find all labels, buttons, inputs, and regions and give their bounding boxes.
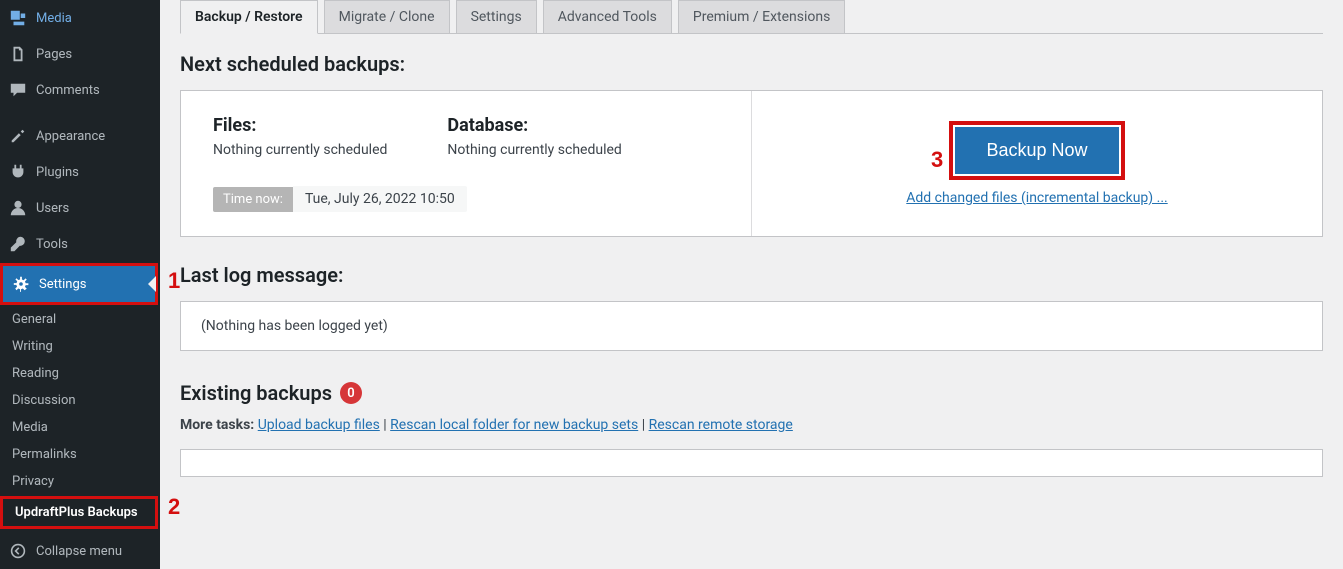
sidebar-sub-updraftplus[interactable]: UpdraftPlus Backups [3, 499, 155, 526]
files-value: Nothing currently scheduled [213, 142, 387, 158]
active-arrow-icon [148, 276, 156, 292]
sidebar-sub-permalinks[interactable]: Permalinks [0, 441, 160, 468]
sidebar-label: Plugins [36, 165, 79, 180]
collapse-label: Collapse menu [36, 544, 122, 559]
media-icon [8, 8, 28, 28]
sidebar-item-settings[interactable]: Settings [3, 266, 155, 302]
next-backups-info: Files: Nothing currently scheduled Datab… [181, 91, 752, 236]
tab-bar: Backup / Restore Migrate / Clone Setting… [180, 0, 1323, 34]
tab-premium-extensions[interactable]: Premium / Extensions [678, 0, 845, 34]
next-backups-panel: Files: Nothing currently scheduled Datab… [180, 90, 1323, 237]
incremental-backup-link[interactable]: Add changed files (incremental backup) .… [906, 190, 1167, 206]
sidebar-item-media[interactable]: Media [0, 0, 160, 36]
tab-settings[interactable]: Settings [456, 0, 537, 34]
sidebar-sub-writing[interactable]: Writing [0, 333, 160, 360]
upload-backup-files-link[interactable]: Upload backup files [258, 417, 380, 433]
time-now-label: Time now: [213, 187, 293, 212]
sidebar-item-appearance[interactable]: Appearance [0, 118, 160, 154]
annotation-box-updraft: UpdraftPlus Backups [0, 496, 158, 529]
main-content: Backup / Restore Migrate / Clone Setting… [160, 0, 1343, 569]
sidebar-label: Appearance [36, 129, 105, 144]
rescan-remote-link[interactable]: Rescan remote storage [649, 417, 793, 433]
existing-backups-count: 0 [340, 382, 362, 404]
backup-now-button[interactable]: Backup Now [955, 127, 1118, 174]
rescan-local-link[interactable]: Rescan local folder for new backup sets [390, 417, 638, 433]
sidebar-label: Pages [36, 47, 72, 62]
collapse-menu-button[interactable]: Collapse menu [0, 533, 160, 569]
settings-icon [11, 274, 31, 294]
appearance-icon [8, 126, 28, 146]
sidebar-label: Settings [39, 277, 86, 292]
more-tasks-label: More tasks: [180, 417, 254, 433]
tools-icon [8, 234, 28, 254]
sidebar-sub-general[interactable]: General [0, 306, 160, 333]
sidebar-sub-media[interactable]: Media [0, 414, 160, 441]
admin-sidebar: Media Pages Comments Appearance Plugins … [0, 0, 160, 569]
backup-action-area: Backup Now Add changed files (incrementa… [752, 91, 1322, 236]
sidebar-label: Tools [36, 237, 68, 252]
sidebar-item-plugins[interactable]: Plugins [0, 154, 160, 190]
files-label: Files: [213, 115, 387, 136]
annotation-3: 3 [931, 147, 943, 173]
annotation-2: 2 [168, 494, 180, 520]
tab-advanced-tools[interactable]: Advanced Tools [543, 0, 672, 34]
existing-backups-heading: Existing backups [180, 381, 332, 405]
next-backups-heading: Next scheduled backups: [180, 52, 1323, 76]
sidebar-sub-privacy[interactable]: Privacy [0, 468, 160, 495]
sidebar-item-users[interactable]: Users [0, 190, 160, 226]
sidebar-item-tools[interactable]: Tools [0, 226, 160, 262]
plugins-icon [8, 162, 28, 182]
comments-icon [8, 80, 28, 100]
annotation-box-backup-now: Backup Now [949, 121, 1124, 180]
sidebar-label: Comments [36, 83, 100, 98]
sidebar-item-pages[interactable]: Pages [0, 36, 160, 72]
tab-backup-restore[interactable]: Backup / Restore [180, 0, 318, 34]
more-tasks-row: More tasks: Upload backup files | Rescan… [180, 417, 1323, 433]
pages-icon [8, 44, 28, 64]
database-label: Database: [447, 115, 621, 136]
annotation-box-settings: Settings [0, 263, 158, 305]
users-icon [8, 198, 28, 218]
sidebar-sub-discussion[interactable]: Discussion [0, 387, 160, 414]
annotation-1: 1 [168, 268, 180, 294]
log-content: (Nothing has been logged yet) [201, 318, 388, 334]
log-panel: (Nothing has been logged yet) [180, 301, 1323, 351]
sidebar-sub-reading[interactable]: Reading [0, 360, 160, 387]
tab-migrate-clone[interactable]: Migrate / Clone [324, 0, 450, 34]
collapse-icon [8, 541, 28, 561]
time-now-value: Tue, July 26, 2022 10:50 [293, 186, 467, 212]
sidebar-label: Users [36, 201, 69, 216]
database-value: Nothing currently scheduled [447, 142, 621, 158]
last-log-heading: Last log message: [180, 263, 1323, 287]
existing-backups-table [180, 449, 1323, 477]
sidebar-label: Media [36, 11, 72, 26]
sidebar-item-comments[interactable]: Comments [0, 72, 160, 108]
